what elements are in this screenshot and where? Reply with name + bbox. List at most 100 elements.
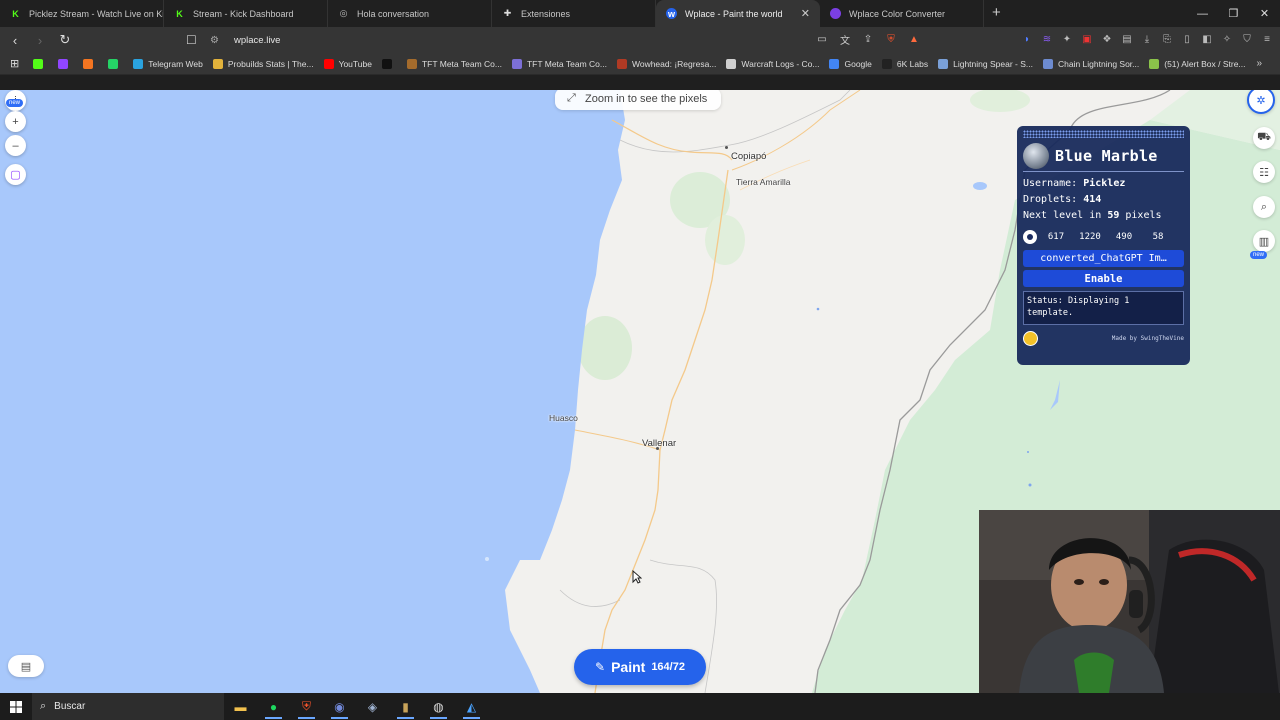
bookmark-telegram-icon[interactable]: Telegram Web xyxy=(133,58,203,69)
site-settings-icon[interactable]: ⚙ xyxy=(210,35,226,46)
browser-toolbar: ‹ › ↻ ☐ ⚙ wplace.live ▭ 文 ⇪ ⛨ ▲ ◗ ≋ ✦ ▣ … xyxy=(0,27,1280,53)
extension-icon[interactable]: ✦ xyxy=(1060,32,1074,46)
close-icon[interactable]: ✕ xyxy=(801,7,810,20)
bookmark-wow-icon[interactable]: Lightning Spear - S... xyxy=(938,58,1033,69)
twitch-button[interactable]: ▢ xyxy=(5,164,26,185)
download-icon[interactable]: ⤓ xyxy=(1140,32,1154,46)
tab-wplace[interactable]: w Wplace - Paint the world ✕ xyxy=(656,0,820,27)
bookmark-wowhead-icon[interactable]: Wowhead: ¡Regresa... xyxy=(616,58,716,69)
spotify-icon[interactable]: ● xyxy=(257,693,290,720)
bookmark-label: Warcraft Logs - Co... xyxy=(741,58,820,69)
alliance-button[interactable]: ☷ xyxy=(1253,161,1275,183)
bookmark-twitch-icon[interactable] xyxy=(58,58,73,69)
extension-icon[interactable]: ◗ xyxy=(1020,32,1034,46)
tab-extensions[interactable]: ✚ Extensiones xyxy=(492,0,656,27)
zoom-out-button[interactable]: – xyxy=(5,135,26,156)
enable-button[interactable]: Enable xyxy=(1023,270,1184,287)
bookmark-tft-icon[interactable]: TFT Meta Team Co... xyxy=(406,58,502,69)
discord-icon[interactable]: ◉ xyxy=(323,693,356,720)
next-level-value: 59 xyxy=(1107,210,1120,221)
apps-icon[interactable]: ⊞ xyxy=(10,57,19,70)
bookmark-icon[interactable]: ☐ xyxy=(186,33,197,47)
brave-icon[interactable]: ⛨ xyxy=(290,693,323,720)
address-bar-actions: ▭ 文 ⇪ ⛨ ▲ xyxy=(815,32,921,47)
telegram-icon xyxy=(133,58,144,69)
share-icon[interactable]: ⇪ xyxy=(861,32,875,46)
google-icon xyxy=(829,58,840,69)
coord-pixel-x[interactable]: 490 xyxy=(1109,229,1139,245)
close-window-icon[interactable]: ✕ xyxy=(1249,0,1280,27)
bookmark-crunchyroll-icon[interactable] xyxy=(83,58,98,69)
bookmark-wow-icon[interactable]: Chain Lightning Sor... xyxy=(1042,58,1139,69)
screenshot-icon[interactable]: ⎘ xyxy=(1160,32,1174,46)
template-file-button[interactable]: converted_ChatGPT Im… xyxy=(1023,250,1184,267)
paint-button[interactable]: ✎ Paint 164/72 xyxy=(574,649,706,685)
store-button[interactable]: ⛟ xyxy=(1253,127,1275,149)
panel-title: Blue Marble xyxy=(1055,146,1158,165)
bookmark-streamelements-icon[interactable]: (51) Alert Box / Stre... xyxy=(1149,58,1246,69)
streamelements-icon xyxy=(1149,58,1160,69)
bookmark-6klabs-icon[interactable]: 6K Labs xyxy=(881,58,928,69)
webcam-feed-image xyxy=(979,510,1280,693)
bookmark-probuilds-icon[interactable]: Probuilds Stats | The... xyxy=(212,58,314,69)
leaderboard-button[interactable]: ▥ xyxy=(1253,230,1275,252)
coord-pixel-y[interactable]: 58 xyxy=(1143,229,1173,245)
menu-icon[interactable]: ≡ xyxy=(1260,32,1274,46)
more-bookmarks-icon[interactable]: » xyxy=(1256,58,1262,69)
bookmark-kick-icon[interactable] xyxy=(33,58,48,69)
extension-icon[interactable]: ▤ xyxy=(1120,32,1134,46)
leo-icon[interactable]: ✧ xyxy=(1220,32,1234,46)
bookmark-google-icon[interactable]: Google xyxy=(829,58,872,69)
pin-icon[interactable] xyxy=(1023,230,1037,244)
vpn-icon[interactable]: ⛉ xyxy=(1240,32,1254,46)
tab-color-converter[interactable]: Wplace Color Converter xyxy=(820,0,984,27)
drag-handle[interactable] xyxy=(1023,130,1184,138)
taskbar-search[interactable]: ⌕ Buscar xyxy=(32,693,224,720)
back-icon[interactable]: ‹ xyxy=(5,30,25,50)
start-button[interactable] xyxy=(0,693,32,720)
minimize-icon[interactable]: — xyxy=(1187,0,1218,27)
coord-tile-y[interactable]: 1220 xyxy=(1075,229,1105,245)
brush-icon: ✎ xyxy=(595,660,606,674)
translate-icon[interactable]: 文 xyxy=(838,32,852,47)
tab-kick-dashboard[interactable]: K Stream - Kick Dashboard xyxy=(164,0,328,27)
search-button[interactable]: ⌕ xyxy=(1253,196,1275,218)
restore-icon[interactable]: ❐ xyxy=(1218,0,1249,27)
extension-icons: ◗ ≋ ✦ ▣ ❖ ▤ ⤓ ⎘ ▯ ◧ ✧ ⛉ ≡ xyxy=(1020,32,1274,46)
6klabs-icon xyxy=(881,58,892,69)
converter-icon xyxy=(830,8,841,19)
bookmark-tft-icon[interactable]: TFT Meta Team Co... xyxy=(511,58,607,69)
bookmark-warcraftlogs-icon[interactable]: Warcraft Logs - Co... xyxy=(726,58,820,69)
obs-icon[interactable]: ◍ xyxy=(422,693,455,720)
brave-rewards-icon[interactable]: ▲ xyxy=(907,32,921,46)
panel-footer: Made by SwingTheVine xyxy=(1023,331,1184,346)
file-explorer-icon[interactable]: ▬ xyxy=(224,693,257,720)
coord-tile-x[interactable]: 617 xyxy=(1041,229,1071,245)
extension-icon[interactable]: ❖ xyxy=(1100,32,1114,46)
map-layers-button[interactable]: ▤ xyxy=(8,655,44,677)
leaderboard-icon: ▥ xyxy=(1258,235,1270,248)
wallet-icon[interactable]: ◧ xyxy=(1200,32,1214,46)
extension-icon[interactable]: ≋ xyxy=(1040,32,1054,46)
bookmark-youtube-icon[interactable]: YouTube xyxy=(323,58,372,69)
wplace-icon[interactable]: ◭ xyxy=(455,693,488,720)
bee-icon[interactable] xyxy=(1023,331,1038,346)
bookmark-whatsapp-icon[interactable] xyxy=(108,58,123,69)
whatsapp-icon xyxy=(108,58,119,69)
extension-icon[interactable]: ▣ xyxy=(1080,32,1094,46)
cast-icon[interactable]: ▭ xyxy=(815,32,829,46)
new-tab-button[interactable]: + xyxy=(992,0,1001,27)
steam-icon[interactable]: ◈ xyxy=(356,693,389,720)
brave-shields-icon[interactable]: ⛨ xyxy=(884,32,898,46)
tab-hola-conversation[interactable]: ◎ Hola conversation xyxy=(328,0,492,27)
zoom-in-button[interactable]: + xyxy=(5,111,26,132)
forward-icon[interactable]: › xyxy=(30,30,50,50)
sidebar-icon[interactable]: ▯ xyxy=(1180,32,1194,46)
blue-marble-panel[interactable]: Blue Marble Username: Picklez Droplets: … xyxy=(1017,126,1190,365)
twitch-icon: ▢ xyxy=(10,169,21,181)
app-icon[interactable]: ▮ xyxy=(389,693,422,720)
reload-icon[interactable]: ↻ xyxy=(55,30,75,50)
tab-kick-stream[interactable]: K Picklez Stream - Watch Live on Kick xyxy=(0,0,164,27)
bookmark-label: YouTube xyxy=(338,58,372,69)
bookmark-x-icon[interactable] xyxy=(381,58,397,69)
